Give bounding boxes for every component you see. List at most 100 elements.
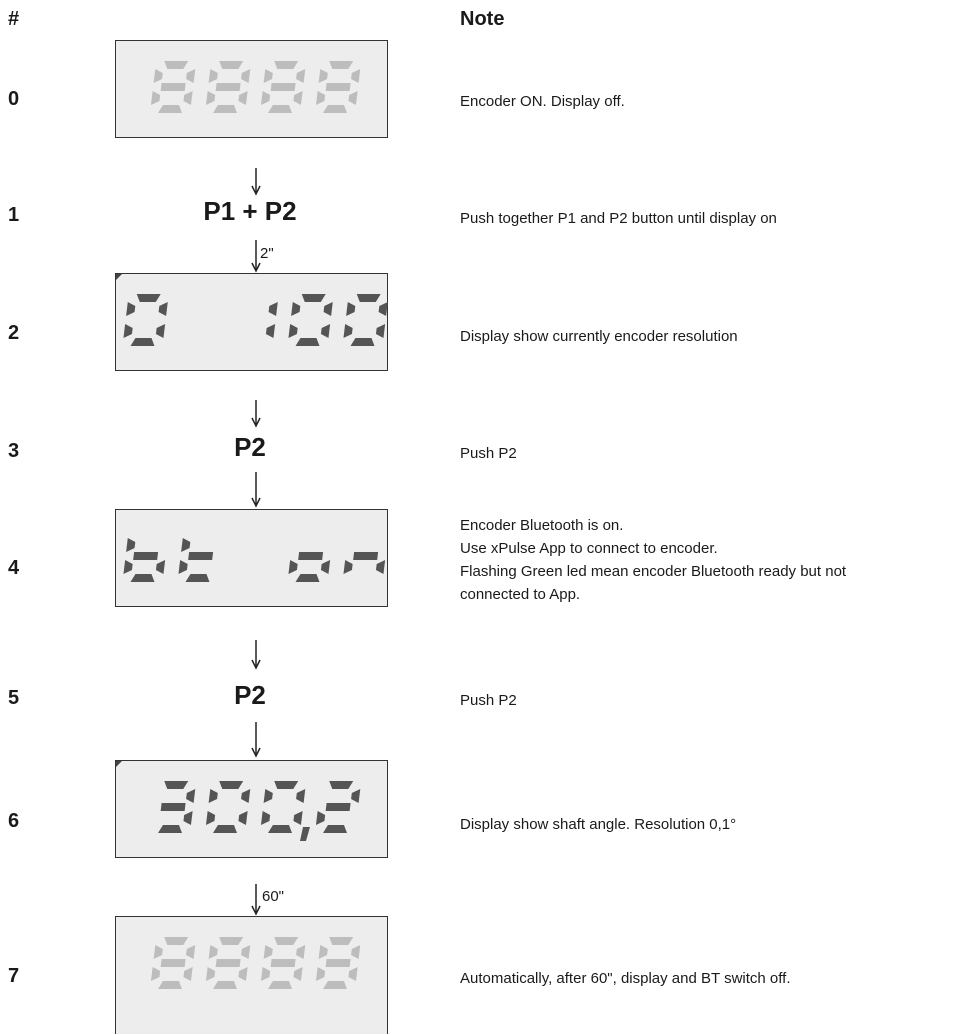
lcd-segment-d <box>268 825 292 833</box>
seven-segment-readout <box>123 538 386 582</box>
lcd-segment-e <box>288 324 298 338</box>
lcd-segment-g <box>270 83 296 91</box>
lcd-segment-f <box>318 69 328 83</box>
step-number-6: 6 <box>8 810 20 832</box>
lcd-segment-a <box>164 937 189 945</box>
lcd-segment-a <box>219 61 244 69</box>
lcd-segment-d <box>213 105 237 113</box>
hold-delay-label: 2" <box>260 245 274 262</box>
button-label-p2: P2 <box>234 432 266 462</box>
lcd-segment-e <box>178 560 188 574</box>
lcd-segment-d <box>268 105 292 113</box>
lcd-segment-g <box>270 959 296 967</box>
lcd-segment-d <box>158 105 182 113</box>
lcd-segment-a <box>274 781 299 789</box>
lcd-segment-f <box>208 945 218 959</box>
lcd-segment-f <box>126 302 136 316</box>
lcd-segment-g <box>188 552 214 560</box>
lcd-segment-e <box>260 91 271 105</box>
lcd-decimal-comma <box>300 827 310 841</box>
note-line: Use xPulse App to connect to encoder. <box>460 540 718 557</box>
lcd-display-step-4 <box>115 509 388 607</box>
lcd-segment-e <box>123 324 133 338</box>
lcd-segment-b <box>351 945 361 959</box>
lcd-segment-d <box>130 574 155 582</box>
lcd-segment-c <box>238 967 248 981</box>
lcd-segment-f <box>263 789 273 803</box>
note-line: Automatically, after 60", display and BT… <box>460 970 791 987</box>
lcd-segment-g <box>160 83 186 91</box>
lcd-segment-e <box>205 967 216 981</box>
lcd-segment-f <box>153 69 163 83</box>
lcd-segment-f <box>318 945 328 959</box>
lcd-segment-a <box>329 781 354 789</box>
lcd-segment-g <box>160 803 186 811</box>
step-number-7: 7 <box>8 965 20 987</box>
note-step-2: Display show currently encoder resolutio… <box>460 325 738 348</box>
note-step-6: Display show shaft angle. Resolution 0,1… <box>460 813 736 836</box>
lcd-segment-d <box>268 981 292 989</box>
note-step-0: Encoder ON. Display off. <box>460 90 625 113</box>
lcd-segment-b <box>241 789 251 803</box>
lcd-segment-g <box>215 83 241 91</box>
lcd-segment-d <box>295 574 320 582</box>
lcd-segment-c <box>183 811 193 825</box>
lcd-segment-a <box>164 61 189 69</box>
note-column-header: Note <box>460 8 505 30</box>
note-step-4: Encoder Bluetooth is on. Use xPulse App … <box>460 514 846 606</box>
step-column-header: # <box>8 8 20 30</box>
lcd-segment-e <box>315 811 326 825</box>
lcd-display-step-6 <box>115 760 388 858</box>
note-line: Encoder ON. Display off. <box>460 93 625 110</box>
lcd-segment-d <box>323 105 347 113</box>
lcd-display-step-0 <box>115 40 388 138</box>
lcd-segment-d <box>158 825 182 833</box>
note-line: Flashing Green led mean encoder Bluetoot… <box>460 563 847 580</box>
lcd-segment-d <box>323 981 347 989</box>
down-arrow-icon <box>251 884 261 916</box>
lcd-segment-e <box>343 324 353 338</box>
lcd-segment-f <box>153 945 163 959</box>
down-arrow-icon <box>251 640 261 670</box>
down-arrow-icon <box>251 472 261 508</box>
step-number-3: 3 <box>8 440 20 462</box>
lcd-segment-f <box>291 302 301 316</box>
lcd-segment-c <box>293 91 303 105</box>
lcd-segment-a <box>301 294 326 302</box>
lcd-segment-d <box>213 981 237 989</box>
lcd-segment-b <box>351 69 361 83</box>
lcd-segment-g <box>325 959 351 967</box>
lcd-segment-a <box>356 294 381 302</box>
lcd-segment-c <box>375 324 386 338</box>
down-arrow-icon <box>251 400 261 428</box>
lcd-segment-b <box>296 945 306 959</box>
step-number-0: 0 <box>8 88 20 110</box>
lcd-segment-f <box>208 69 218 83</box>
note-line: Display show shaft angle. Resolution 0,1… <box>460 816 737 833</box>
lcd-segment-b <box>186 945 196 959</box>
lcd-segment-c <box>293 811 303 825</box>
lcd-segment-e <box>315 91 326 105</box>
lcd-segment-d <box>323 825 347 833</box>
lcd-segment-b <box>296 69 306 83</box>
lcd-segment-c <box>320 560 331 574</box>
lcd-segment-a <box>274 61 299 69</box>
lcd-segment-g <box>325 803 351 811</box>
lcd-segment-a <box>329 61 354 69</box>
lcd-segment-d <box>213 825 237 833</box>
lcd-segment-e <box>315 967 326 981</box>
lcd-segment-b <box>268 302 278 316</box>
timeout-delay-label: 60" <box>262 888 285 905</box>
lcd-segment-g <box>160 959 186 967</box>
button-combo-label: P1 + P2 <box>203 196 297 226</box>
lcd-segment-e <box>343 560 353 574</box>
lcd-segment-b <box>323 302 333 316</box>
lcd-segment-d <box>295 338 320 346</box>
lcd-segment-g <box>325 83 351 91</box>
seven-segment-readout <box>123 294 388 346</box>
button-label-p2-second: P2 <box>234 680 266 710</box>
note-line: Display show currently encoder resolutio… <box>460 328 738 345</box>
seven-segment-readout <box>150 61 361 113</box>
lcd-segment-b <box>158 302 168 316</box>
note-step-5: Push P2 <box>460 689 517 712</box>
